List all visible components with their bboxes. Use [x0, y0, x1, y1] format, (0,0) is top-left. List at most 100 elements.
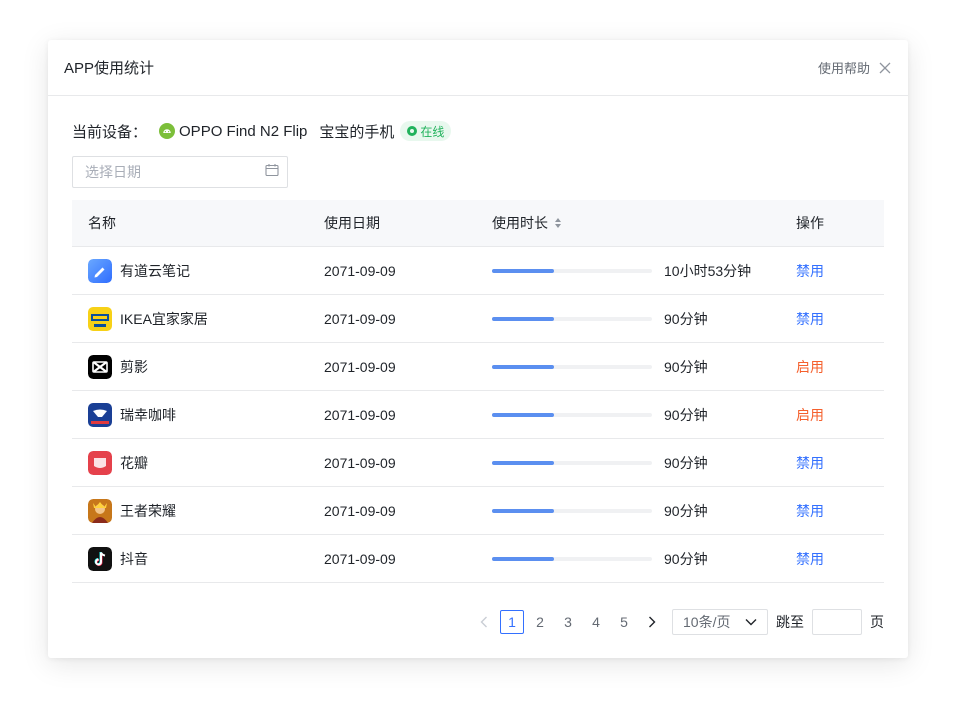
status-badge: 在线 [400, 121, 452, 141]
usage-progress-fill [492, 316, 555, 321]
disable-button[interactable]: 禁用 [796, 503, 824, 519]
dialog-title: APP使用统计 [64, 60, 155, 77]
app-name: 王者荣耀 [120, 502, 176, 519]
app-name-cell: 有道云笔记 [72, 258, 324, 283]
usage-progress-bar [492, 412, 652, 417]
close-icon[interactable] [878, 61, 892, 75]
usage-progress-bar [492, 268, 652, 273]
usage-date: 2071-09-09 [324, 406, 396, 423]
page-suffix-label: 页 [870, 614, 884, 630]
action-cell: 启用 [796, 357, 884, 377]
jump-label: 跳至 [776, 614, 804, 630]
calendar-icon[interactable] [265, 163, 279, 182]
disable-button[interactable]: 禁用 [796, 263, 824, 279]
page-1-button[interactable]: 1 [500, 610, 524, 634]
app-name-cell: 瑞幸咖啡 [72, 402, 324, 427]
dialog-body: 当前设备： OPPO Find N2 Flip 宝宝的手机 在线 选择日期 名称… [48, 120, 908, 583]
page-5-button[interactable]: 5 [612, 610, 636, 634]
app-name: 有道云笔记 [120, 262, 190, 279]
action-cell: 禁用 [796, 549, 884, 569]
page-numbers: 12345 [498, 610, 638, 634]
usage-duration: 90分钟 [664, 358, 708, 375]
app-name: IKEA宜家家居 [120, 310, 208, 327]
usage-progress-fill [492, 364, 555, 369]
usage-date: 2071-09-09 [324, 310, 396, 327]
app-name: 花瓣 [120, 454, 148, 471]
enable-button[interactable]: 启用 [796, 359, 824, 375]
pagination: 12345 10条/页 跳至 页 [470, 609, 884, 635]
app-name-cell: IKEA宜家家居 [72, 306, 324, 331]
page-4-button[interactable]: 4 [584, 610, 608, 634]
table-row: 王者荣耀 2071-09-09 90分钟 禁用 [72, 487, 884, 535]
usage-progress-fill [492, 508, 555, 513]
col-header-duration-label: 使用时长 [492, 215, 548, 231]
usage-duration-cell: 90分钟 [492, 357, 796, 377]
disable-button[interactable]: 禁用 [796, 551, 824, 567]
usage-progress-bar [492, 460, 652, 465]
col-header-action: 操作 [796, 215, 824, 231]
action-cell: 禁用 [796, 501, 884, 521]
table-row: IKEA宜家家居 2071-09-09 90分钟 禁用 [72, 295, 884, 343]
app-name: 瑞幸咖啡 [120, 406, 176, 423]
usage-duration-cell: 90分钟 [492, 501, 796, 521]
table-row: 剪影 2071-09-09 90分钟 启用 [72, 343, 884, 391]
date-input[interactable] [85, 164, 245, 180]
usage-duration: 90分钟 [664, 454, 708, 471]
usage-progress-bar [492, 508, 652, 513]
enable-button[interactable]: 启用 [796, 407, 824, 423]
table-row: 瑞幸咖啡 2071-09-09 90分钟 启用 [72, 391, 884, 439]
youdao-note-icon [88, 258, 112, 283]
usage-progress-fill [492, 268, 555, 273]
online-dot-icon [407, 126, 418, 136]
device-label: 当前设备： [72, 123, 148, 141]
usage-progress-fill [492, 460, 555, 465]
date-picker[interactable] [72, 156, 288, 188]
prev-page-icon[interactable] [476, 610, 492, 634]
usage-date: 2071-09-09 [324, 262, 396, 279]
usage-progress-bar [492, 316, 652, 321]
action-cell: 禁用 [796, 261, 884, 281]
chevron-down-icon [745, 619, 757, 626]
usage-duration-cell: 90分钟 [492, 405, 796, 425]
disable-button[interactable]: 禁用 [796, 455, 824, 471]
table-header: 名称 使用日期 使用时长 操作 [72, 200, 884, 247]
col-header-duration[interactable]: 使用时长 [492, 213, 796, 233]
usage-duration-cell: 90分钟 [492, 309, 796, 329]
usage-date: 2071-09-09 [324, 358, 396, 375]
usage-date: 2071-09-09 [324, 502, 396, 519]
action-cell: 禁用 [796, 453, 884, 473]
page-size-select[interactable]: 10条/页 [672, 609, 768, 635]
jump-page-input[interactable] [812, 609, 862, 635]
table-body: 有道云笔记 2071-09-09 10小时53分钟 禁用 IKEA宜家家居 2071-09… [72, 247, 884, 583]
help-link[interactable]: 使用帮助 [818, 58, 870, 77]
usage-progress-fill [492, 412, 555, 417]
page-3-button[interactable]: 3 [556, 610, 580, 634]
usage-progress-bar [492, 364, 652, 369]
usage-table: 名称 使用日期 使用时长 操作 有道云笔记 2071-09-09 10小时53分钟禁… [72, 200, 884, 583]
usage-duration-cell: 10小时53分钟 [492, 261, 796, 281]
table-row: 抖音 2071-09-09 90分钟 禁用 [72, 535, 884, 583]
honor-of-kings-icon [88, 498, 112, 523]
android-icon [159, 123, 176, 139]
disable-button[interactable]: 禁用 [796, 311, 824, 327]
device-info: 当前设备： OPPO Find N2 Flip 宝宝的手机 在线 [72, 120, 884, 142]
usage-date: 2071-09-09 [324, 454, 396, 471]
app-name: 抖音 [120, 550, 148, 567]
next-page-icon[interactable] [644, 610, 660, 634]
ikea-icon [88, 306, 112, 331]
status-text: 在线 [420, 124, 445, 139]
action-cell: 启用 [796, 405, 884, 425]
sort-icon[interactable] [554, 217, 562, 229]
huaban-icon [88, 450, 112, 475]
usage-duration-cell: 90分钟 [492, 453, 796, 473]
capcut-icon [88, 354, 112, 379]
page-size-value: 10条/页 [683, 614, 731, 630]
dialog-actions: 使用帮助 [818, 58, 892, 77]
app-usage-dialog: APP使用统计 使用帮助 当前设备： OPPO Find N2 Flip 宝宝的… [48, 40, 908, 658]
action-cell: 禁用 [796, 309, 884, 329]
device-name: 宝宝的手机 [319, 123, 395, 141]
usage-duration: 90分钟 [664, 310, 708, 327]
col-header-name: 名称 [88, 215, 116, 231]
page-2-button[interactable]: 2 [528, 610, 552, 634]
app-name-cell: 王者荣耀 [72, 498, 324, 523]
